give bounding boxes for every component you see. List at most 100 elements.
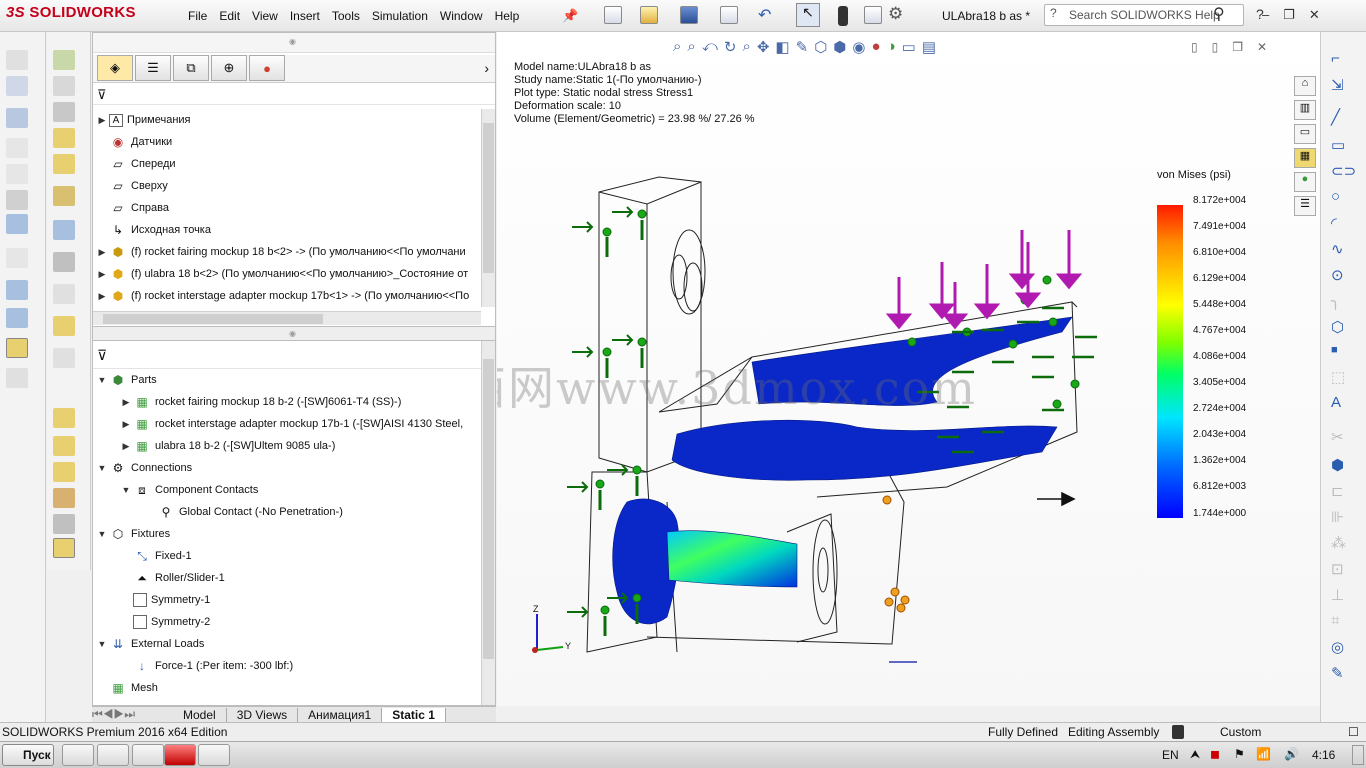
- menu-view[interactable]: View: [246, 9, 284, 23]
- repair-sketch-icon[interactable]: ⌗: [1331, 612, 1339, 629]
- pin-icon[interactable]: 📌: [562, 8, 578, 24]
- splitter-handle-icon[interactable]: ◉: [289, 329, 296, 338]
- tree-item-right-plane[interactable]: ▱ Справа: [109, 197, 169, 219]
- assembly-tool-icon[interactable]: [6, 50, 28, 70]
- solidworks-logo[interactable]: 3S SOLIDWORKS: [6, 4, 136, 21]
- tree-item-sensors[interactable]: ◉ Датчики: [109, 131, 172, 153]
- menu-insert[interactable]: Insert: [284, 9, 326, 23]
- tab-dimxpert-manager[interactable]: ⊕: [211, 55, 247, 81]
- tab-property-manager[interactable]: ☰: [135, 55, 171, 81]
- show-desktop-button[interactable]: [1352, 745, 1364, 765]
- check-interference-icon[interactable]: [53, 514, 75, 534]
- tree-item-fixtures[interactable]: ▼ ⬡ Fixtures: [95, 523, 171, 545]
- menu-window[interactable]: Window: [434, 9, 489, 23]
- expand-arrow-icon[interactable]: ▶: [119, 419, 133, 430]
- save-icon[interactable]: [680, 6, 698, 24]
- rectangle-icon[interactable]: ▭: [1331, 136, 1345, 154]
- filter-icon[interactable]: ⊽: [97, 347, 107, 364]
- panel-splitter[interactable]: ◉: [92, 327, 496, 340]
- tab-feature-manager[interactable]: ◈: [97, 55, 133, 81]
- tree-item-external-loads[interactable]: ▼ ⇊ External Loads: [95, 633, 205, 655]
- design-library-icon[interactable]: ▥: [1294, 100, 1316, 120]
- spline-icon[interactable]: ∿: [1331, 240, 1344, 258]
- language-indicator[interactable]: EN: [1162, 748, 1179, 762]
- rebuild-status-icon[interactable]: [1172, 725, 1184, 739]
- probe-icon[interactable]: [53, 538, 75, 558]
- tree-item-parts[interactable]: ▼ ⬢ Parts: [95, 369, 157, 391]
- tree-item-symmetry-2[interactable]: Symmetry-2: [133, 611, 210, 633]
- offset-icon[interactable]: ⊏: [1331, 482, 1344, 500]
- shell-manager-icon[interactable]: [53, 220, 75, 240]
- move-component-icon[interactable]: [6, 190, 28, 210]
- expand-arrow-icon[interactable]: ▶: [95, 269, 109, 280]
- deformed-result-icon[interactable]: [53, 316, 75, 336]
- tree-item-fairing[interactable]: ▶ ⬢ (f) rocket fairing mockup 18 b<2> -> (…: [95, 241, 466, 263]
- fillet-icon[interactable]: ╮: [1331, 292, 1340, 310]
- horizontal-scrollbar[interactable]: [93, 311, 481, 325]
- smart-dimension-icon[interactable]: ⇲: [1331, 76, 1344, 94]
- collapse-arrow-icon[interactable]: ▼: [95, 639, 109, 649]
- tray-app-icon[interactable]: ◼: [1210, 747, 1220, 761]
- mate-icon[interactable]: [6, 108, 28, 128]
- restore-icon[interactable]: ❐: [1283, 7, 1309, 22]
- design-insight-icon[interactable]: [53, 408, 75, 428]
- ellipse-icon[interactable]: ⊙: [1331, 266, 1344, 284]
- linear-pattern-icon[interactable]: ⁂: [1331, 534, 1346, 552]
- explode-icon[interactable]: [6, 368, 28, 388]
- volume-icon[interactable]: 🔊: [1284, 747, 1299, 761]
- file-explorer-icon[interactable]: ▭: [1294, 124, 1316, 144]
- start-button[interactable]: Пуск: [2, 744, 54, 766]
- traffic-light-icon[interactable]: [838, 6, 848, 26]
- mirror-icon[interactable]: ⊪: [1331, 508, 1344, 526]
- external-loads-icon[interactable]: [53, 154, 75, 174]
- tab-model[interactable]: Model: [173, 707, 227, 722]
- view-palette-icon[interactable]: ▦: [1294, 148, 1316, 168]
- connections-advisor-icon[interactable]: [53, 186, 75, 206]
- units-selector[interactable]: Custom: [1220, 725, 1261, 739]
- appearances-icon[interactable]: ●: [1294, 172, 1316, 192]
- plot-tools-icon[interactable]: [53, 436, 75, 456]
- menu-file[interactable]: File: [182, 9, 213, 23]
- quick-snaps-icon[interactable]: ◎: [1331, 638, 1344, 656]
- tree-item-origin[interactable]: ↳ Исходная точка: [109, 219, 211, 241]
- convert-entities-icon[interactable]: ⬢: [1331, 456, 1344, 474]
- include-image-icon[interactable]: [53, 488, 75, 508]
- slot-icon[interactable]: ⊂⊃: [1331, 162, 1356, 180]
- explorer-taskbar-icon[interactable]: [62, 744, 94, 766]
- pattern-icon[interactable]: [6, 138, 28, 158]
- tray-arrow-icon[interactable]: ⮝: [1190, 747, 1200, 762]
- tab-scroll-arrows-icon[interactable]: ⏮◀▶⏭: [92, 707, 173, 722]
- network-icon[interactable]: 📶: [1256, 747, 1271, 761]
- point-icon[interactable]: ■: [1331, 344, 1338, 356]
- chevron-right-icon[interactable]: ›: [484, 55, 489, 82]
- tree-item-part-fairing[interactable]: ▶ ▦ rocket fairing mockup 18 b-2 (-[SW]606…: [119, 391, 402, 413]
- file-properties-icon[interactable]: [864, 6, 882, 24]
- home-icon[interactable]: ⌂: [1294, 76, 1316, 96]
- tree-item-top-plane[interactable]: ▱ Сверху: [109, 175, 167, 197]
- line-icon[interactable]: ╱: [1331, 108, 1340, 126]
- tree-item-part-interstage[interactable]: ▶ ▦ rocket interstage adapter mockup 17b-1…: [119, 413, 464, 435]
- tree-item-connections[interactable]: ▼ ⚙ Connections: [95, 457, 193, 479]
- report-icon[interactable]: [53, 462, 75, 482]
- tree-item-front-plane[interactable]: ▱ Спереди: [109, 153, 175, 175]
- tree-item-ulabra[interactable]: ▶ ⬢ (f) ulabra 18 b<2> (По умолчанию<<По у…: [95, 263, 469, 285]
- custom-properties-icon[interactable]: ☰: [1294, 196, 1316, 216]
- tab-configuration-manager[interactable]: ⧉: [173, 55, 209, 81]
- tray-flag-icon[interactable]: ⚑: [1234, 747, 1245, 761]
- menu-edit[interactable]: Edit: [213, 9, 246, 23]
- open-folder-icon[interactable]: [640, 6, 658, 24]
- run-study-icon[interactable]: [53, 252, 75, 272]
- expand-arrow-icon[interactable]: ▶: [95, 291, 109, 302]
- centerline-icon[interactable]: ⬚: [1331, 368, 1345, 386]
- select-arrow-icon[interactable]: ↖: [796, 3, 820, 27]
- tab-static-1[interactable]: Static 1: [382, 707, 446, 722]
- rapid-sketch-icon[interactable]: ✎: [1331, 664, 1344, 682]
- show-hidden-icon[interactable]: [6, 214, 28, 234]
- tree-item-interstage[interactable]: ▶ ⬢ (f) rocket interstage adapter mockup 1…: [95, 285, 470, 307]
- splitter-handle-icon[interactable]: ◉: [289, 37, 296, 46]
- minimize-icon[interactable]: –: [1262, 7, 1283, 22]
- move-entities-icon[interactable]: ⊡: [1331, 560, 1344, 578]
- collapse-arrow-icon[interactable]: ▼: [119, 485, 133, 495]
- tree-item-global-contact[interactable]: ⚲ Global Contact (-No Penetration-): [157, 501, 343, 523]
- reference-geometry-icon[interactable]: [6, 280, 28, 300]
